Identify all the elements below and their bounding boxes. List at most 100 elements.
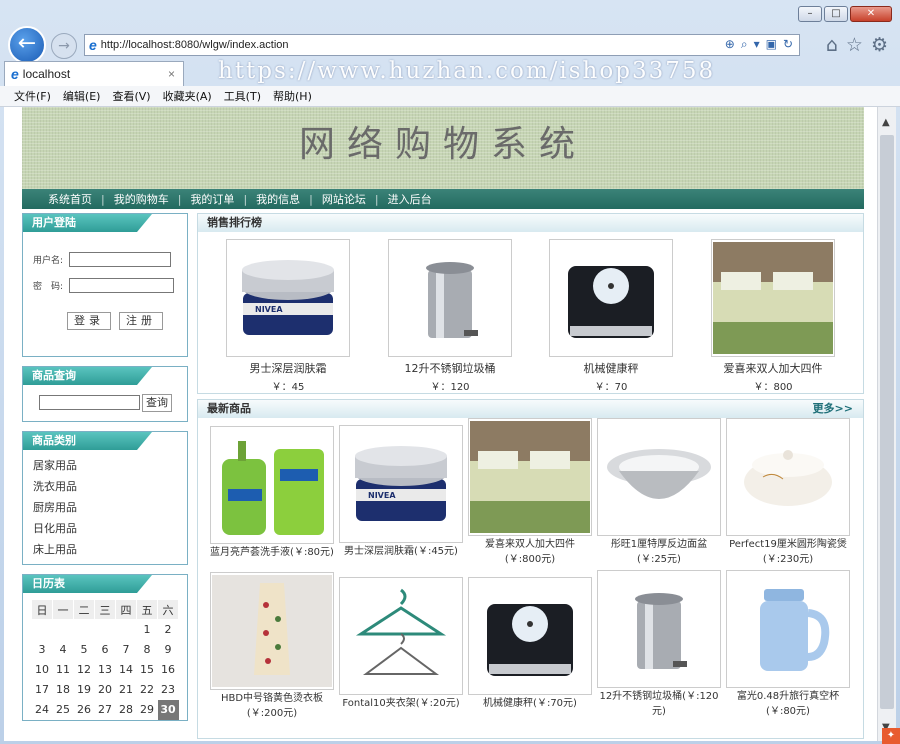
product-card[interactable]: 机械健康秤(￥:70元): [468, 577, 592, 712]
product-card[interactable]: 富光0.48升旅行真空杯 (￥:80元): [726, 570, 850, 718]
search-button[interactable]: 查询: [142, 394, 172, 412]
product-name[interactable]: 机械健康秤(￥:70元): [468, 697, 592, 710]
product-name[interactable]: 12升不锈钢垃圾桶(￥:120: [597, 690, 721, 703]
menu-favorites[interactable]: 收藏夹(A): [163, 88, 212, 104]
product-name[interactable]: 富光0.48升旅行真空杯: [726, 690, 850, 703]
handwash-image[interactable]: [210, 426, 334, 544]
menu-view[interactable]: 查看(V): [112, 88, 150, 104]
product-card[interactable]: Fontal10夹衣架(￥:20元): [339, 577, 463, 712]
home-icon[interactable]: ⌂: [826, 34, 838, 56]
nav-cart[interactable]: 我的购物车: [114, 191, 169, 207]
category-item[interactable]: 洗衣用品: [33, 476, 187, 497]
register-button[interactable]: 注册: [119, 312, 163, 330]
close-window-button[interactable]: ✕: [850, 6, 892, 22]
menu-file[interactable]: 文件(F): [14, 88, 51, 104]
back-arrow-icon: ←: [17, 31, 37, 56]
settings-gear-icon[interactable]: ⚙: [871, 34, 888, 56]
trash-bin-image[interactable]: [597, 570, 721, 688]
address-bar[interactable]: e http://localhost:8080/wlgw/index.actio…: [84, 34, 800, 56]
product-name[interactable]: Fontal10夹衣架(￥:20元): [339, 697, 463, 710]
refresh-icon[interactable]: ↻: [783, 37, 793, 52]
category-heading: 商品类别: [23, 432, 187, 450]
nav-home[interactable]: 系统首页: [48, 191, 92, 207]
sale-item[interactable]: NIVEA 男士深层润肤霜 ￥：45: [226, 239, 350, 393]
nav-forum[interactable]: 网站论坛: [322, 191, 366, 207]
basin-image[interactable]: [597, 418, 721, 536]
sale-item-price: ￥：800: [753, 382, 793, 393]
sale-item[interactable]: 机械健康秤 ￥：70: [549, 239, 673, 393]
product-name[interactable]: 彤旺1厘特厚反边面盆: [597, 538, 721, 551]
sale-item-name[interactable]: 机械健康秤: [549, 360, 673, 376]
nav-orders[interactable]: 我的订单: [190, 191, 234, 207]
cream-jar-image[interactable]: NIVEA: [226, 239, 350, 357]
page-icon[interactable]: ▣: [766, 37, 777, 52]
vertical-scrollbar[interactable]: ▲ ▼: [877, 107, 896, 741]
favorites-star-icon[interactable]: ☆: [846, 34, 863, 56]
cream-jar-image[interactable]: NIVEA: [339, 425, 463, 543]
product-card[interactable]: 彤旺1厘特厚反边面盆 (￥:25元): [597, 418, 721, 566]
hanger-image[interactable]: [339, 577, 463, 695]
sale-item[interactable]: 12升不锈钢垃圾桶 ￥：120: [388, 239, 512, 393]
category-item[interactable]: 居家用品: [33, 455, 187, 476]
nav-profile[interactable]: 我的信息: [256, 191, 300, 207]
calendar-day: 2: [164, 623, 172, 637]
scroll-thumb[interactable]: [880, 135, 894, 709]
back-button[interactable]: ←: [8, 26, 46, 64]
forward-button[interactable]: →: [51, 33, 77, 59]
ceramic-pot-image[interactable]: [726, 418, 850, 536]
minimize-button[interactable]: –: [798, 6, 822, 22]
trash-bin-image[interactable]: [388, 239, 512, 357]
sale-item[interactable]: 爱喜来双人加大四件 ￥：800: [711, 239, 835, 393]
scroll-up-icon[interactable]: ▲: [882, 117, 890, 128]
search-icon[interactable]: ⌕: [741, 37, 748, 52]
maximize-button[interactable]: □: [824, 6, 848, 22]
product-name[interactable]: 男士深层润肤霜(￥:45元): [339, 545, 463, 558]
product-card[interactable]: 蓝月亮芦荟洗手液(￥:80元): [210, 426, 334, 561]
menu-tools[interactable]: 工具(T): [224, 88, 261, 104]
menu-edit[interactable]: 编辑(E): [63, 88, 101, 104]
password-input[interactable]: [69, 278, 175, 293]
calendar-day: 28: [119, 703, 133, 716]
forward-arrow-icon: →: [58, 38, 70, 54]
sale-item-name[interactable]: 12升不锈钢垃圾桶: [388, 360, 512, 376]
vacuum-cup-image[interactable]: [726, 570, 850, 688]
sale-item-name[interactable]: 男士深层润肤霜: [226, 360, 350, 376]
calendar-day: 8: [143, 643, 151, 656]
calendar-day: 22: [140, 683, 154, 696]
product-card[interactable]: NIVEA 男士深层润肤霜(￥:45元): [339, 425, 463, 560]
bedding-set-image[interactable]: [468, 418, 592, 536]
product-card[interactable]: Perfect19厘米圆形陶瓷煲 (￥:230元): [726, 418, 850, 566]
product-name[interactable]: HBD中号铬黄色烫衣板: [210, 692, 334, 705]
product-name[interactable]: 蓝月亮芦荟洗手液(￥:80元): [210, 546, 334, 559]
product-name[interactable]: 爱喜来双人加大四件: [468, 538, 592, 551]
more-link[interactable]: 更多>>: [813, 400, 853, 418]
tab-close-icon[interactable]: ×: [168, 67, 175, 81]
product-card[interactable]: HBD中号铬黄色烫衣板 (￥:200元): [210, 572, 334, 720]
category-item[interactable]: 床上用品: [33, 539, 187, 560]
product-card[interactable]: 12升不锈钢垃圾桶(￥:120 元): [597, 570, 721, 718]
calendar-day: 20: [98, 683, 112, 696]
product-card[interactable]: 爱喜来双人加大四件 (￥:800元): [468, 418, 592, 566]
scale-image[interactable]: [468, 577, 592, 695]
ironing-board-image[interactable]: [210, 572, 334, 690]
category-item[interactable]: 厨房用品: [33, 497, 187, 518]
weekday: 四: [115, 599, 137, 620]
nav-admin[interactable]: 进入后台: [388, 191, 432, 207]
browser-tab[interactable]: e localhost ×: [4, 61, 184, 86]
sale-item-price: ￥：70: [594, 382, 628, 393]
username-input[interactable]: [69, 252, 172, 267]
sale-item-name[interactable]: 爱喜来双人加大四件: [711, 360, 835, 376]
bedding-set-image[interactable]: [711, 239, 835, 357]
address-url[interactable]: http://localhost:8080/wlgw/index.action: [101, 39, 289, 51]
password-label: 密 码:: [33, 282, 64, 292]
calendar-day: 19: [77, 683, 91, 696]
menu-help[interactable]: 帮助(H): [273, 88, 312, 104]
login-button[interactable]: 登录: [67, 312, 111, 330]
calendar-day: 9: [164, 643, 172, 656]
category-item[interactable]: 日化用品: [33, 518, 187, 539]
product-name[interactable]: Perfect19厘米圆形陶瓷煲: [726, 538, 850, 551]
dropdown-icon[interactable]: ▾: [754, 37, 760, 52]
scale-image[interactable]: [549, 239, 673, 357]
search-input[interactable]: [39, 395, 140, 410]
compatibility-icon[interactable]: ⊕: [725, 37, 735, 52]
